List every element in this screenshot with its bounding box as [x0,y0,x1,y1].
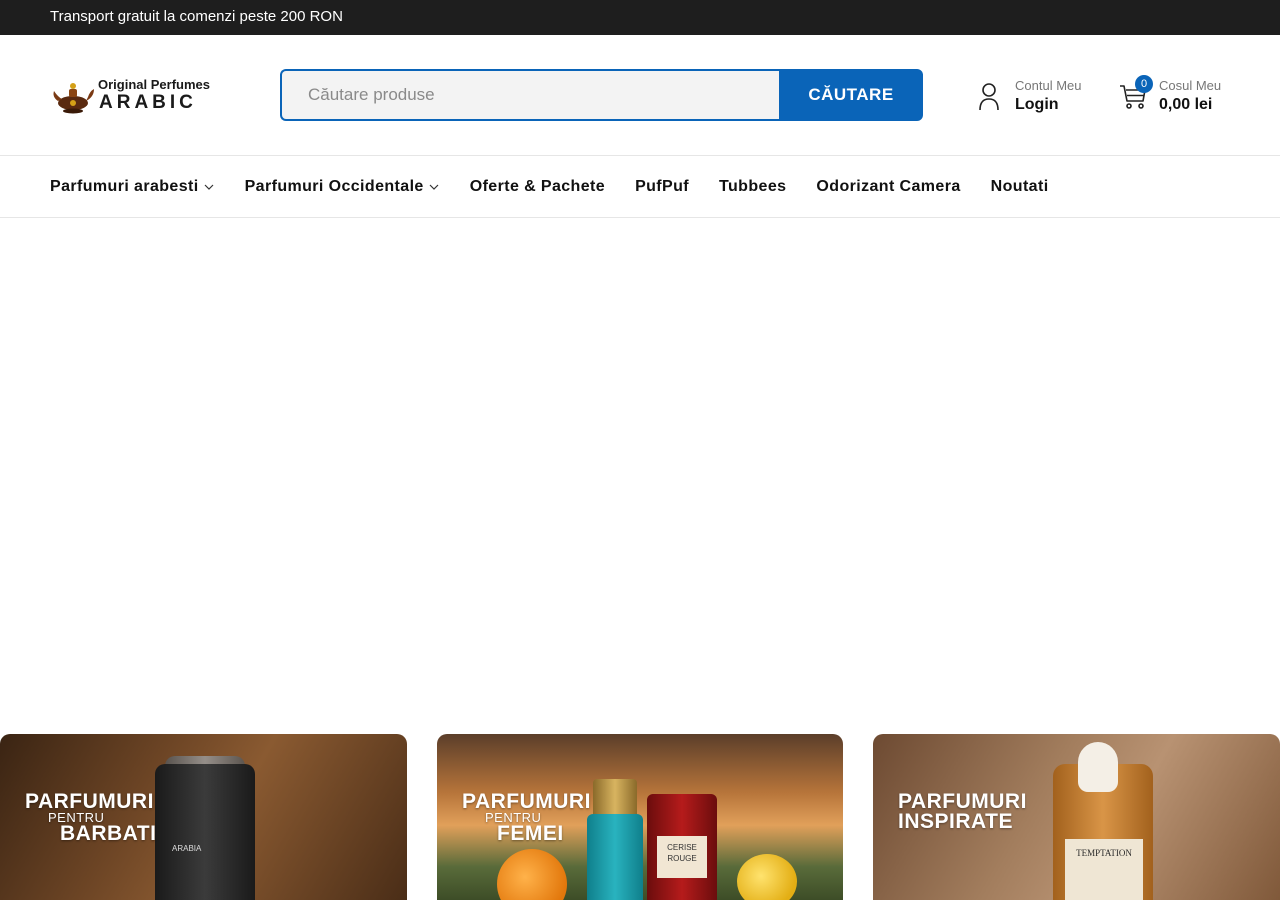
chevron-down-icon [204,184,214,190]
cart-link[interactable]: 0 Cosul Meu 0,00 lei [1118,75,1248,119]
bottle-label-text: CERISE ROUGE [657,836,707,878]
nav-item-parfumuri-arabesti[interactable]: Parfumuri arabesti [50,178,215,196]
chevron-down-icon [429,184,439,190]
lemon-fruit-image [737,854,797,900]
banner-category: BARBATI [60,822,157,845]
nav-item-label: PufPuf [635,178,690,195]
wax-drip-image [1078,742,1118,792]
nav-item-tubbees[interactable]: Tubbees [719,178,786,196]
perfume-cap-image [593,779,637,819]
perfume-bottle-image [587,814,643,900]
cart-total: 0,00 lei [1159,96,1213,113]
nav-item-label: Odorizant Camera [816,178,961,195]
cart-caption: Cosul Meu [1159,78,1222,93]
nav-item-noutati[interactable]: Noutati [991,178,1049,196]
bottle-label-text: ARABIA [172,844,202,853]
search-button[interactable]: CĂUTARE [779,69,923,121]
account-link[interactable]: Contul Meu Login [976,75,1106,119]
announcement-bar: Transport gratuit la comenzi peste 200 R… [0,0,1280,35]
logo-text-brand: ARABIC [99,92,197,113]
nav-item-label: Parfumuri Occidentale [244,178,424,195]
category-banner-men[interactable]: ARABIA PARFUMURI PENTRU BARBATI [0,734,407,900]
nav-item-label: Tubbees [719,178,787,195]
nav-item-odorizant-camera[interactable]: Odorizant Camera [816,178,960,196]
nav-item-parfumuri-occidentale[interactable]: Parfumuri Occidentale [245,178,440,196]
free-shipping-text: Transport gratuit la comenzi peste 200 R… [50,8,343,25]
nav-item-oferte-pachete[interactable]: Oferte & Pachete [470,178,605,196]
main-navigation: Parfumuri arabesti Parfumuri Occidentale… [0,156,1280,218]
site-logo[interactable]: Original Perfumes ARABIC [50,71,210,121]
login-label: Login [1015,96,1059,113]
site-header: Original Perfumes ARABIC CĂUTARE Contul … [0,35,1280,156]
perfume-bottle-image [155,764,255,900]
hero-slider-area [0,218,1280,734]
bottle-label-text: TEMPTATION [1065,839,1143,900]
nav-item-pufpuf[interactable]: PufPuf [635,178,689,196]
nav-item-label: Noutati [990,178,1049,195]
orange-fruit-image [497,849,567,900]
logo-text-top: Original Perfumes [98,77,210,92]
banner-category: FEMEI [497,822,564,845]
cart-count-badge: 0 [1135,75,1153,93]
nav-menu: Parfumuri arabesti Parfumuri Occidentale… [50,156,1079,218]
category-banner-inspired[interactable]: TEMPTATION PARFUMURI INSPIRATE [873,734,1280,900]
nav-item-label: Parfumuri arabesti [50,178,199,195]
nav-item-label: Oferte & Pachete [469,178,606,195]
category-banner-women[interactable]: CERISE ROUGE PARFUMURI PENTRU FEMEI [437,734,843,900]
search-form: CĂUTARE [280,69,923,121]
genie-lamp-icon [53,83,94,114]
banner-category: INSPIRATE [898,810,1013,833]
account-caption: Contul Meu [1015,78,1082,93]
search-input[interactable] [280,69,780,121]
user-icon [979,83,999,111]
